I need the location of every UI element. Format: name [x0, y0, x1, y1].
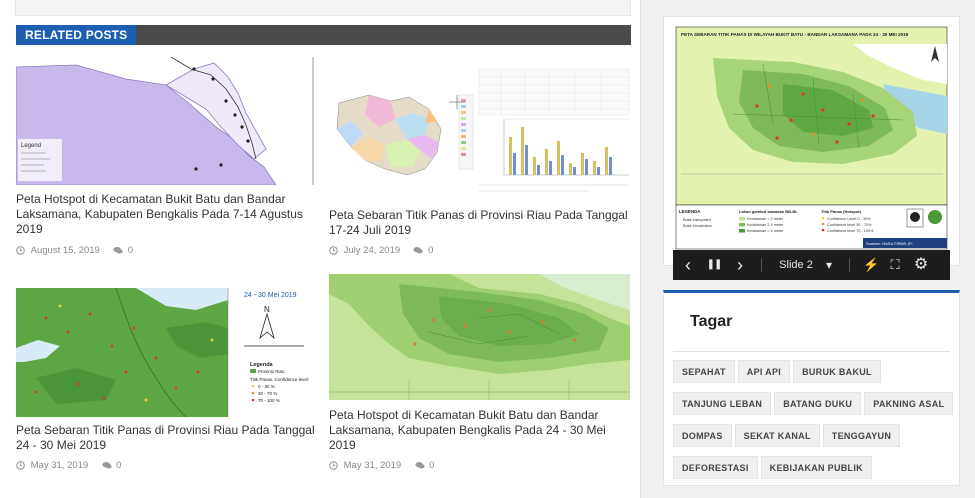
- tag-kebijakan-publik[interactable]: KEBIJAKAN PUBLIK: [760, 456, 872, 479]
- post-comment-count: 0: [116, 460, 122, 471]
- tag-api-api[interactable]: API API: [737, 360, 791, 383]
- post-meta: May 31, 2019 0: [329, 460, 434, 471]
- slider-legend-item-1: Bukit Kabupaten: [683, 218, 711, 222]
- tag-dompas[interactable]: DOMPAS: [673, 424, 732, 447]
- comment-icon: [413, 246, 424, 255]
- slider-legend-item-2: Bukit Kecamatan: [683, 224, 712, 228]
- thumb-legend-province: Provinsi Riau: [258, 369, 285, 374]
- tag-buruk-bakul[interactable]: BURUK BAKUL: [793, 360, 881, 383]
- thumb-legend-low: 0 - 30 %: [258, 384, 275, 389]
- thumb-date-range: 24 - 30 Mei 2019: [244, 292, 297, 299]
- thumb-legend-title: Legenda: [250, 362, 274, 368]
- post-thumbnail[interactable]: Legend: [16, 57, 314, 185]
- post-thumbnail[interactable]: 24 - 30 Mei 2019 N Legenda Provinsi Riau…: [16, 288, 314, 417]
- post-thumbnail[interactable]: [329, 57, 630, 202]
- post-meta: July 24, 2019 0: [329, 245, 433, 256]
- main-column: RELATED POSTS Legend Peta Hotspot di Kec…: [0, 0, 640, 498]
- slider-controls: ‹ ❚❚ › Slide 2 ▾ ⚡ ⛶ ⚙: [673, 250, 950, 280]
- clock-icon: [329, 246, 338, 255]
- slider-image[interactable]: PETA SEBARAN TITIK PANAS DI WILAYAH BUKI…: [673, 24, 950, 250]
- chevron-down-icon[interactable]: ▾: [823, 250, 835, 280]
- post-title[interactable]: Peta Hotspot di Kecamatan Bukit Batu dan…: [16, 192, 316, 237]
- post-date: August 15, 2019: [30, 245, 100, 256]
- tag-batang-duku[interactable]: BATANG DUKU: [774, 392, 862, 415]
- slider-slide-label[interactable]: Slide 2: [777, 250, 815, 280]
- control-divider: [761, 258, 762, 272]
- comment-icon: [113, 246, 123, 255]
- related-post-4[interactable]: Peta Hotspot di Kecamatan Bukit Batu dan…: [329, 274, 631, 478]
- thumb-legend-high: 70 - 100 %: [258, 398, 280, 403]
- related-post-2[interactable]: Peta Sebaran Titik Panas di Provinsi Ria…: [329, 57, 631, 257]
- comment-icon: [414, 461, 425, 470]
- tag-sepahat[interactable]: SEPAHAT: [673, 360, 735, 383]
- related-post-1[interactable]: Legend Peta Hotspot di Kecamatan Bukit B…: [16, 57, 316, 257]
- clock-icon: [329, 461, 338, 470]
- post-date: May 31, 2019: [343, 460, 402, 471]
- post-date: July 24, 2019: [343, 245, 401, 256]
- slider-hotspot-item-2: Confidence level 30 - 70%: [827, 223, 872, 227]
- map-slider-widget: PETA SEBARAN TITIK PANAS DI WILAYAH BUKI…: [663, 16, 960, 280]
- page: RELATED POSTS Legend Peta Hotspot di Kec…: [0, 0, 975, 498]
- fullscreen-icon[interactable]: ⛶: [888, 250, 902, 280]
- bolt-icon[interactable]: ⚡: [863, 250, 879, 280]
- slider-source: Sumber: NASA FIRMS (FI: [866, 241, 912, 246]
- tag-tanjung-leban[interactable]: TANJUNG LEBAN: [673, 392, 772, 415]
- tag-tenggayun[interactable]: TENGGAYUN: [822, 424, 901, 447]
- post-title[interactable]: Peta Sebaran Titik Panas di Provinsi Ria…: [329, 208, 629, 238]
- post-title[interactable]: Peta Sebaran Titik Panas di Provinsi Ria…: [16, 423, 316, 453]
- thumb-legend-mid: 30 - 70 %: [258, 391, 277, 396]
- post-meta: August 15, 2019 0: [16, 245, 133, 256]
- post-comment-count: 0: [127, 245, 134, 256]
- gear-icon[interactable]: ⚙: [912, 250, 930, 280]
- column-separator: [640, 0, 641, 498]
- slider-peat-item-3: Kedalaman > 4 meter: [747, 229, 784, 233]
- post-title[interactable]: Peta Hotspot di Kecamatan Bukit Batu dan…: [329, 408, 629, 453]
- related-posts-header: RELATED POSTS: [16, 25, 631, 45]
- slider-peat-heading: Lahan gambut kawasan BB-BL: [739, 209, 798, 214]
- tag-sekat-kanal[interactable]: SEKAT KANAL: [734, 424, 820, 447]
- related-post-3[interactable]: 24 - 30 Mei 2019 N Legenda Provinsi Riau…: [16, 288, 316, 478]
- slider-map-title: PETA SEBARAN TITIK PANAS DI WILAYAH BUKI…: [681, 32, 909, 37]
- tag-deforestasi[interactable]: DEFORESTASI: [673, 456, 758, 479]
- tag-pakning-asal[interactable]: PAKNING ASAL: [864, 392, 954, 415]
- slider-peat-item-1: Kedalaman < 2 meter: [747, 217, 784, 221]
- slider-hotspot-heading: Titik Panas (Hotspot): [821, 209, 862, 214]
- slider-hotspot-item-1: Confidence Level 0 - 30%: [827, 217, 871, 221]
- slider-hotspot-item-3: Confidence level 70 - 100%: [827, 229, 874, 233]
- post-comment-count: 0: [428, 245, 434, 256]
- slider-pause-button[interactable]: ❚❚: [706, 250, 723, 280]
- slider-next-button[interactable]: ›: [733, 250, 747, 280]
- post-comment-count: 0: [429, 460, 435, 471]
- tag-cloud: SEPAHAT API API BURUK BAKUL TANJUNG LEBAN B…: [673, 360, 957, 488]
- previous-section-box: [15, 0, 631, 16]
- thumb-legend-confidence: Titik Panas. Confidence level:: [250, 377, 309, 382]
- post-date: May 31, 2019: [30, 460, 89, 471]
- slider-legend-heading: LEGENDA: [679, 209, 701, 214]
- post-thumbnail[interactable]: [329, 274, 630, 400]
- tags-widget: Tagar SEPAHAT API API BURUK BAKUL TANJUNG …: [663, 290, 960, 486]
- control-divider: [849, 258, 850, 272]
- related-posts-heading: RELATED POSTS: [16, 25, 137, 45]
- slider-prev-button[interactable]: ‹: [681, 250, 695, 280]
- comment-icon: [101, 461, 112, 470]
- thumb-legend-label: Legend: [21, 143, 41, 149]
- slider-peat-item-2: Kedalaman 2-4 meter: [747, 223, 784, 227]
- post-meta: May 31, 2019 0: [16, 460, 121, 471]
- tags-heading: Tagar: [690, 313, 733, 330]
- clock-icon: [16, 246, 25, 255]
- tags-divider: [673, 351, 950, 352]
- clock-icon: [16, 461, 25, 470]
